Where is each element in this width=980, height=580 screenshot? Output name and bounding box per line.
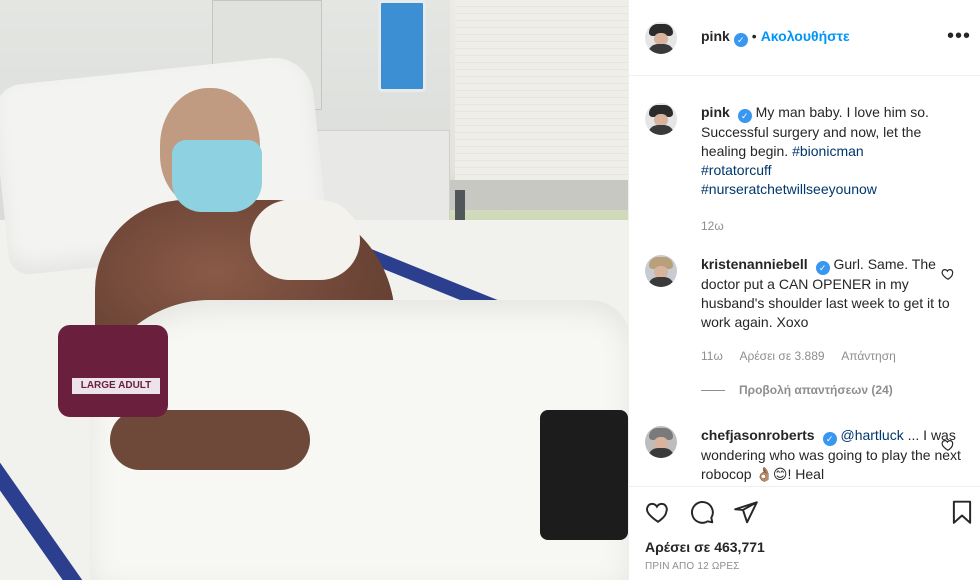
verified-badge-icon: ✓ [822,432,837,446]
commenter-avatar[interactable] [645,255,677,287]
photo-patient-arm [110,410,310,470]
caption-age[interactable]: 12ω [701,219,724,233]
photo-sanitizer-dispenser [378,0,426,92]
verified-badge-icon: ✓ [737,109,752,123]
comment-likes[interactable]: Αρέσει σε 3.889 [740,349,825,363]
post-actions: Αρέσει σε 463,771 ΠΡΙΝ ΑΠΟ 12 ΩΡΕΣ [629,486,980,580]
comment-icon[interactable] [689,499,715,525]
follow-button[interactable]: Ακολουθήστε [761,28,850,44]
mention-link[interactable]: @hartluck [840,427,903,443]
heart-icon[interactable] [645,499,671,525]
comment-text-block: chefjasonroberts ✓ @hartluck ... I was wo… [701,426,961,484]
post-date[interactable]: ΠΡΙΝ ΑΠΟ 12 ΩΡΕΣ [645,561,740,572]
commenter-avatar[interactable] [645,426,677,458]
verified-badge-icon: ✓ [733,33,748,47]
commenter-username[interactable]: chefjasonroberts [701,427,815,443]
hashtag-link[interactable]: #nurseratchetwillseeyounow [701,181,877,197]
photo-sill [440,180,628,210]
hashtag-link[interactable]: #rotatorcuff [701,162,772,178]
heart-icon[interactable] [941,267,955,281]
replies-divider [701,390,725,392]
view-replies-label: Προβολή απαντήσεων (24) [739,383,893,397]
post-side-panel: pink ✓ • Ακολουθήστε ••• pink ✓ My man baby.… [628,0,980,580]
photo-bp-cuff [58,325,168,417]
photo-blind [455,0,628,195]
photo-face-mask [172,140,262,212]
hashtag-link[interactable]: #bionicman [792,143,864,159]
author-avatar[interactable] [645,22,677,54]
header-separator: • [751,28,757,44]
likes-count[interactable]: Αρέσει σε 463,771 [645,539,765,555]
reply-button[interactable]: Απάντηση [841,349,896,363]
commenter-username[interactable]: kristenanniebell [701,256,808,272]
post-header: pink ✓ • Ακολουθήστε ••• [629,0,980,76]
comment-age[interactable]: 11ω [701,349,723,363]
comments-list[interactable]: pink ✓ My man baby. I love him so. Succes… [629,77,980,485]
author-username[interactable]: pink [701,28,730,44]
more-options-icon[interactable]: ••• [947,26,971,46]
comment-meta: 11ω Αρέσει σε 3.889 Απάντηση [701,349,910,363]
paper-plane-icon[interactable] [733,499,759,525]
caption-avatar[interactable] [645,103,677,135]
photo-bp-cuff-label: LARGE ADULT [72,378,160,394]
photo-shoulder-bandage [250,200,360,280]
caption-meta: 12ω [701,219,738,233]
comment-text-block: kristenanniebell ✓ Gurl. Same. The doctor… [701,255,961,332]
view-replies-button[interactable]: Προβολή απαντήσεων (24) [701,383,893,397]
photo-machine [540,410,628,540]
caption-username[interactable]: pink [701,104,730,120]
verified-badge-icon: ✓ [815,261,830,275]
heart-icon[interactable] [941,438,955,452]
bookmark-icon[interactable] [949,499,975,525]
post-photo[interactable]: LARGE ADULT [0,0,628,580]
caption-text-block: pink ✓ My man baby. I love him so. Succes… [701,103,961,199]
post-header-line: pink ✓ • Ακολουθήστε [701,28,850,47]
